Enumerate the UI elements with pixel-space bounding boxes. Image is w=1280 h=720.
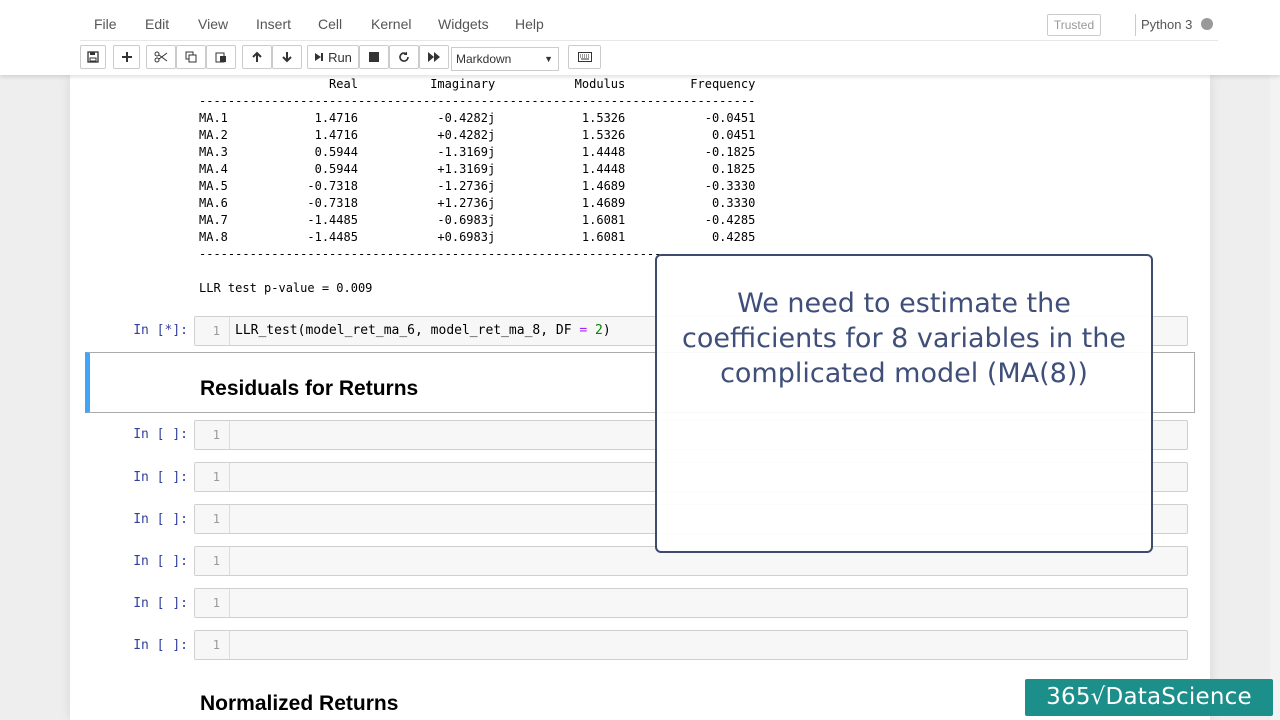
paste-button[interactable] xyxy=(206,45,236,69)
llr-pvalue-output: LLR test p-value = 0.009 xyxy=(199,281,373,295)
chevron-down-icon: ▼ xyxy=(544,54,553,64)
code-number: 2 xyxy=(595,323,603,338)
trusted-indicator[interactable]: Trusted xyxy=(1047,14,1101,36)
line-number: 1 xyxy=(195,589,230,617)
heading-normalized-returns: Normalized Returns xyxy=(200,692,399,715)
output-row: MA.4 0.5944 +1.3169j 1.4448 0.1825 xyxy=(199,162,756,176)
cut-button[interactable] xyxy=(146,45,176,69)
callout-text: We need to estimate the coefficients for… xyxy=(682,288,1126,389)
menu-edit[interactable]: Edit xyxy=(145,16,169,32)
keyboard-icon xyxy=(577,52,592,62)
cell-type-value: Markdown xyxy=(456,52,512,66)
kernel-separator xyxy=(1135,14,1136,36)
move-up-button[interactable] xyxy=(242,45,272,69)
fast-forward-icon xyxy=(427,52,440,62)
restart-run-all-button[interactable] xyxy=(419,45,449,69)
output-row: MA.1 1.4716 -0.4282j 1.5326 -0.0451 xyxy=(199,111,756,125)
arrow-up-icon xyxy=(252,51,262,62)
insert-cell-button[interactable] xyxy=(113,45,140,69)
cell-prompt: In [ ]: xyxy=(133,596,188,611)
arima-roots-output: Real Imaginary Modulus Frequency -------… xyxy=(199,76,755,295)
line-number: 1 xyxy=(195,421,230,449)
paste-icon xyxy=(215,52,226,63)
refresh-icon xyxy=(399,51,409,62)
menu-kernel[interactable]: Kernel xyxy=(371,16,411,32)
notebook-header: File Edit View Insert Cell Kernel Widget… xyxy=(0,0,1280,75)
output-row: MA.5 -0.7318 -1.2736j 1.4689 -0.3330 xyxy=(199,179,756,193)
menu-file[interactable]: File xyxy=(94,16,117,32)
cell-prompt: In [ ]: xyxy=(133,638,188,653)
annotation-callout: We need to estimate the coefficients for… xyxy=(655,254,1153,553)
output-row: MA.6 -0.7318 +1.2736j 1.4689 0.3330 xyxy=(199,196,756,210)
run-label: Run xyxy=(328,49,352,65)
code-line: LLR_test(model_ret_ma_6, model_ret_ma_8,… xyxy=(235,317,611,345)
brand-logo: 365√DataScience xyxy=(1025,679,1273,716)
menu-widgets[interactable]: Widgets xyxy=(438,16,489,32)
output-header: Real Imaginary Modulus Frequency xyxy=(199,77,756,91)
line-number: 1 xyxy=(195,317,230,345)
output-rule: ----------------------------------------… xyxy=(199,94,756,108)
save-button[interactable] xyxy=(80,45,106,69)
cell-prompt: In [ ]: xyxy=(133,512,188,527)
menu-help[interactable]: Help xyxy=(515,16,544,32)
restart-button[interactable] xyxy=(389,45,419,69)
cell-prompt-running: In [*]: xyxy=(133,323,188,338)
arrow-down-icon xyxy=(282,52,292,63)
scrollbar[interactable] xyxy=(1270,75,1280,720)
code-close-paren: ) xyxy=(602,323,611,338)
empty-code-cell[interactable]: 1 xyxy=(194,588,1188,618)
step-forward-icon xyxy=(315,53,324,61)
cell-prompt: In [ ]: xyxy=(133,554,188,569)
command-palette-button[interactable] xyxy=(568,45,601,69)
output-row: MA.3 0.5944 -1.3169j 1.4448 -0.1825 xyxy=(199,145,756,159)
output-row: MA.8 -1.4485 +0.6983j 1.6081 0.4285 xyxy=(199,230,756,244)
interrupt-button[interactable] xyxy=(359,45,389,69)
heading-residuals: Residuals for Returns xyxy=(200,377,419,400)
stop-icon xyxy=(369,52,379,62)
line-number: 1 xyxy=(195,505,230,533)
output-row: MA.7 -1.4485 -0.6983j 1.6081 -0.4285 xyxy=(199,213,756,227)
cell-type-select[interactable]: Markdown ▼ xyxy=(451,47,559,71)
menu-insert[interactable]: Insert xyxy=(256,16,291,32)
kernel-name[interactable]: Python 3 xyxy=(1141,17,1192,32)
output-row: MA.2 1.4716 +0.4282j 1.5326 0.0451 xyxy=(199,128,756,142)
menu-cell[interactable]: Cell xyxy=(318,16,342,32)
empty-code-cell[interactable]: 1 xyxy=(194,630,1188,660)
move-down-button[interactable] xyxy=(272,45,302,69)
scissors-icon xyxy=(154,51,168,63)
save-icon xyxy=(87,51,99,63)
run-button[interactable]: Run xyxy=(307,45,359,69)
line-number: 1 xyxy=(195,463,230,491)
cell-prompt: In [ ]: xyxy=(133,470,188,485)
cell-prompt: In [ ]: xyxy=(133,427,188,442)
copy-button[interactable] xyxy=(176,45,206,69)
line-number: 1 xyxy=(195,631,230,659)
line-number: 1 xyxy=(195,547,230,575)
code-call: LLR_test(model_ret_ma_6, model_ret_ma_8,… xyxy=(235,323,580,338)
kernel-status-icon xyxy=(1201,18,1213,30)
copy-icon xyxy=(185,51,197,63)
plus-icon xyxy=(121,52,132,62)
menu-view[interactable]: View xyxy=(198,16,228,32)
